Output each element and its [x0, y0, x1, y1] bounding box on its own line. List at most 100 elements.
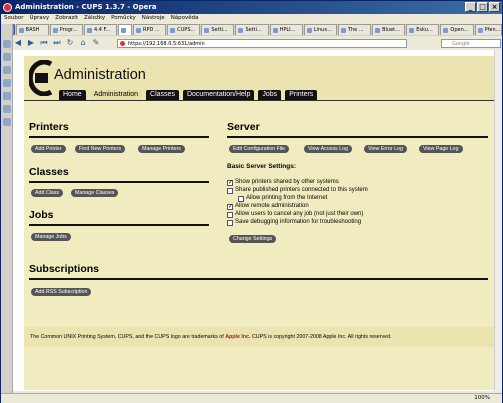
forward-icon[interactable]: ▶ [26, 39, 36, 48]
header-divider [24, 100, 494, 101]
checkbox[interactable] [227, 187, 233, 194]
subscriptions-divider [29, 278, 488, 280]
back-icon[interactable]: ◀ [13, 39, 23, 48]
edit-configuration-file-button[interactable]: Edit Configuration File [229, 145, 290, 153]
search-input[interactable]: Google [441, 39, 501, 48]
option-show-shared-printers[interactable]: ✓ Show printers shared by other systems [227, 179, 339, 186]
manage-jobs-button[interactable]: Manage Jobs [31, 233, 71, 241]
minimize-button[interactable]: _ [465, 2, 476, 12]
option-label: Show printers shared by other systems [235, 179, 339, 185]
links-icon[interactable] [3, 118, 11, 126]
maximize-button[interactable]: □ [477, 2, 488, 12]
browser-tab[interactable]: Setti... [235, 24, 269, 35]
browser-tab[interactable]: RPD ... [133, 24, 167, 35]
reload-icon[interactable]: ↻ [65, 39, 75, 48]
edit-icon[interactable]: ✎ [91, 39, 101, 48]
downloads-icon[interactable] [3, 105, 11, 113]
option-debug-logging[interactable]: Save debugging information for troublesh… [227, 219, 361, 226]
side-panel [1, 24, 13, 394]
checkbox[interactable] [227, 219, 233, 226]
mail-icon[interactable] [3, 53, 11, 61]
option-allow-internet-printing[interactable]: Allow printing from the Internet [238, 195, 327, 202]
tab-administration[interactable]: Administration [89, 90, 143, 100]
tab-classes[interactable]: Classes [146, 90, 179, 100]
menu-soubor[interactable]: Soubor [4, 14, 23, 23]
printers-divider [29, 136, 209, 138]
checkbox-checked[interactable]: ✓ [227, 203, 233, 210]
browser-tab-active[interactable] [118, 24, 132, 35]
browser-tab[interactable]: CUPS... [167, 24, 201, 35]
browser-tab[interactable]: Esku... [406, 24, 440, 35]
checkbox-checked[interactable]: ✓ [227, 179, 233, 186]
manage-classes-button[interactable]: Manage Classes [71, 189, 119, 197]
add-printer-button[interactable]: Add Printer [31, 145, 66, 153]
browser-tab[interactable]: BASH [15, 24, 49, 35]
tab-printers[interactable]: Printers [285, 90, 318, 100]
title-bar: Administration - CUPS 1.3.7 - Opera _ □ … [1, 1, 502, 14]
jobs-heading: Jobs [29, 209, 54, 221]
change-settings-button[interactable]: Change Settings [229, 235, 277, 243]
page-tabs: Home Administration Classes Documentatio… [59, 90, 318, 100]
page-viewport: Administration Home Administration Class… [13, 50, 502, 391]
rewind-icon[interactable]: ⏮ [39, 39, 49, 48]
checkbox[interactable] [227, 211, 233, 218]
home-icon[interactable]: ⌂ [78, 39, 88, 48]
view-page-log-button[interactable]: View Page Log [419, 145, 463, 153]
tab-home[interactable]: Home [59, 90, 86, 100]
find-new-printers-button[interactable]: Find New Printers [75, 145, 126, 153]
vertical-scrollbar[interactable] [494, 50, 502, 391]
notes-icon[interactable] [3, 79, 11, 87]
apple-link[interactable]: Apple Inc. [225, 334, 250, 340]
page-header: Administration Home Administration Class… [24, 56, 494, 100]
menu-zalozky[interactable]: Záložky [84, 14, 105, 23]
fastforward-icon[interactable]: ⏭ [52, 39, 62, 48]
browser-tab[interactable]: Progr... [49, 24, 83, 35]
menu-upravy[interactable]: Úpravy [29, 14, 49, 23]
menu-napoveda[interactable]: Nápověda [171, 14, 199, 23]
option-label: Share published printers connected to th… [235, 187, 368, 193]
menu-nastroje[interactable]: Nástroje [142, 14, 165, 23]
browser-tab[interactable]: 4.4 F... [83, 24, 118, 35]
zoom-level[interactable]: 100% [474, 394, 490, 403]
cups-page: Administration Home Administration Class… [24, 56, 494, 390]
opera-icon [3, 3, 12, 12]
basic-settings-heading: Basic Server Settings: [227, 163, 297, 170]
option-label: Allow printing from the Internet [246, 195, 328, 201]
printers-heading: Printers [29, 121, 69, 133]
page-title: Administration [54, 67, 146, 83]
navigation-bar: ◀ ▶ ⏮ ⏭ ↻ ⌂ ✎ https://192.168.0.5:631/ad… [13, 38, 502, 49]
option-remote-admin[interactable]: ✓ Allow remote administration [227, 203, 309, 210]
browser-tab[interactable]: Open... [440, 24, 474, 35]
tab-documentation[interactable]: Documentation/Help [182, 90, 255, 100]
bookmarks-icon[interactable] [3, 40, 11, 48]
option-cancel-any-job[interactable]: Allow users to cancel any job (not just … [227, 211, 363, 218]
view-error-log-button[interactable]: View Error Log [364, 145, 407, 153]
menu-bar: Soubor Úpravy Zobrazit Záložky Pomůcky N… [1, 14, 502, 23]
window-title: Administration - CUPS 1.3.7 - Opera [15, 3, 157, 11]
browser-tab[interactable]: Přen... [474, 24, 502, 35]
option-label: Allow remote administration [235, 203, 309, 209]
tab-jobs[interactable]: Jobs [258, 90, 282, 100]
classes-heading: Classes [29, 166, 69, 178]
browser-tab[interactable]: Linux... [303, 24, 337, 35]
browser-tab[interactable]: The ... [337, 24, 372, 35]
option-share-printers[interactable]: Share published printers connected to th… [227, 187, 368, 194]
add-rss-subscription-button[interactable]: Add RSS Subscription [31, 288, 92, 296]
page-footer: The Common UNIX Printing System, CUPS, a… [24, 327, 494, 347]
contacts-icon[interactable] [3, 66, 11, 74]
view-access-log-button[interactable]: View Access Log [304, 145, 352, 153]
address-bar[interactable]: https://192.168.0.5:631/admin [117, 39, 407, 48]
history-icon[interactable] [3, 92, 11, 100]
checkbox[interactable] [238, 195, 244, 202]
add-class-button[interactable]: Add Class [31, 189, 64, 197]
browser-tab[interactable]: Bluet... [372, 24, 406, 35]
server-heading: Server [227, 121, 260, 133]
browser-tab[interactable]: HPLI... [269, 24, 303, 35]
browser-tab-bar: BASH Progr... 4.4 F... RPD ... CUPS... S… [1, 24, 502, 36]
manage-printers-button[interactable]: Manage Printers [138, 145, 185, 153]
close-button[interactable]: × [489, 2, 500, 12]
menu-pomucky[interactable]: Pomůcky [111, 14, 136, 23]
menu-zobrazit[interactable]: Zobrazit [55, 14, 78, 23]
option-label: Allow users to cancel any job (not just … [235, 211, 364, 217]
browser-tab[interactable]: Setti... [201, 24, 235, 35]
